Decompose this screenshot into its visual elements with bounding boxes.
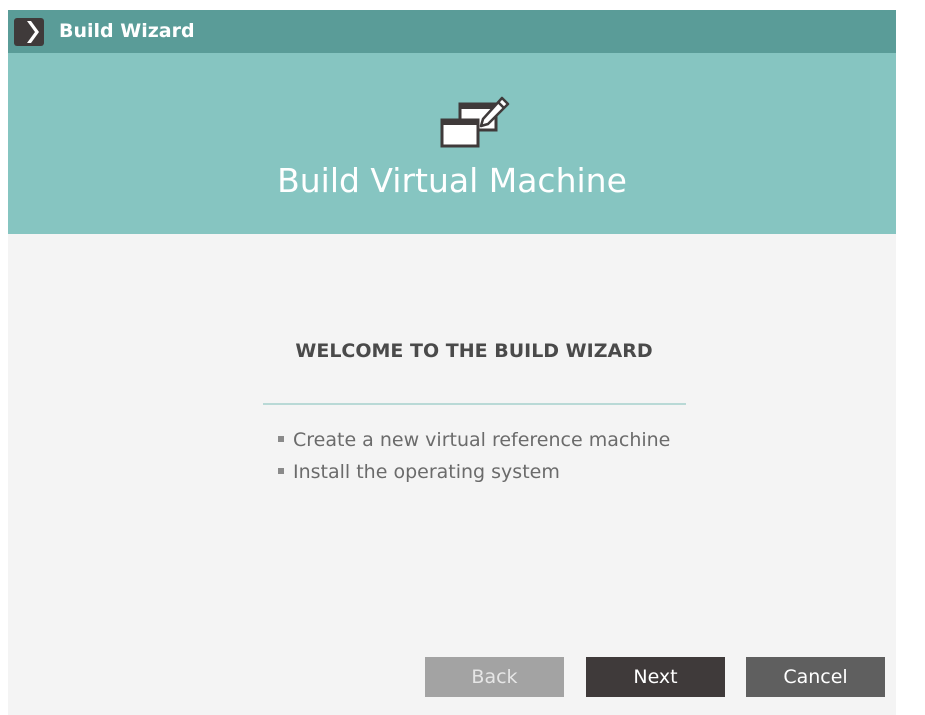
bullet-icon bbox=[278, 435, 284, 442]
wizard-app-icon bbox=[14, 18, 44, 46]
welcome-heading: WELCOME TO THE BUILD WIZARD bbox=[295, 340, 653, 362]
list-item-text: Create a new virtual reference machine bbox=[293, 429, 671, 451]
list-item: Create a new virtual reference machine bbox=[278, 424, 670, 456]
next-button[interactable]: Next bbox=[586, 657, 725, 697]
cancel-button[interactable]: Cancel bbox=[746, 657, 885, 697]
banner-title: Build Virtual Machine bbox=[277, 161, 627, 200]
header-banner: Build Virtual Machine bbox=[8, 53, 896, 234]
list-item-text: Install the operating system bbox=[293, 461, 560, 483]
title-bar: Build Wizard bbox=[8, 10, 896, 53]
bullet-icon bbox=[278, 467, 284, 474]
virtual-machine-edit-icon bbox=[440, 96, 510, 148]
divider bbox=[263, 403, 686, 405]
window-title: Build Wizard bbox=[59, 20, 195, 42]
list-item: Install the operating system bbox=[278, 456, 670, 488]
build-wizard-window: Build Wizard Build Virtual Machine WELCO… bbox=[8, 10, 896, 715]
back-button[interactable]: Back bbox=[425, 657, 564, 697]
feature-list: Create a new virtual reference machine I… bbox=[278, 424, 670, 488]
